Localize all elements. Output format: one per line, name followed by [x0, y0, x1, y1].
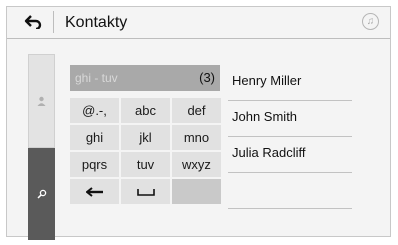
search-input[interactable]: ghi - tuv (3) — [70, 65, 220, 91]
key-jkl[interactable]: jkl — [121, 125, 170, 150]
key-def[interactable]: def — [172, 98, 221, 123]
contacts-screen: Kontakty ♫ ghi - tuv (3) @.-, abc def gh… — [6, 6, 391, 240]
contact-name: Julia Radcliff — [232, 145, 306, 160]
person-icon — [37, 96, 46, 106]
key-wxyz[interactable]: wxyz — [172, 152, 221, 177]
space-icon — [136, 188, 155, 196]
key-mno[interactable]: mno — [172, 125, 221, 150]
side-rail — [28, 54, 55, 240]
key-blank — [172, 179, 221, 204]
key-pqrs[interactable]: pqrs — [70, 152, 119, 177]
tab-search[interactable] — [28, 148, 55, 240]
list-item[interactable] — [228, 173, 352, 209]
key-abc[interactable]: abc — [121, 98, 170, 123]
header-bar: Kontakty ♫ — [7, 7, 390, 39]
key-ghi[interactable]: ghi — [70, 125, 119, 150]
music-note-icon[interactable]: ♫ — [362, 13, 379, 30]
key-tuv[interactable]: tuv — [121, 152, 170, 177]
back-arrow-icon — [24, 15, 42, 29]
list-item[interactable]: Julia Radcliff — [228, 137, 352, 173]
backspace-icon — [85, 186, 103, 197]
backspace-button[interactable] — [70, 179, 119, 204]
search-query: ghi - tuv — [75, 71, 118, 85]
contact-name: Henry Miller — [232, 73, 302, 88]
list-item[interactable]: Henry Miller — [228, 65, 352, 101]
space-button[interactable] — [121, 179, 170, 204]
search-icon — [36, 189, 46, 199]
result-count: (3) — [199, 70, 215, 85]
contact-name: John Smith — [232, 109, 298, 124]
tab-contacts-list[interactable] — [28, 54, 55, 148]
key-symbols[interactable]: @.-, — [70, 98, 119, 123]
page-title: Kontakty — [65, 14, 128, 31]
divider — [228, 208, 352, 209]
back-button[interactable] — [13, 11, 54, 33]
list-item[interactable]: John Smith — [228, 101, 352, 137]
